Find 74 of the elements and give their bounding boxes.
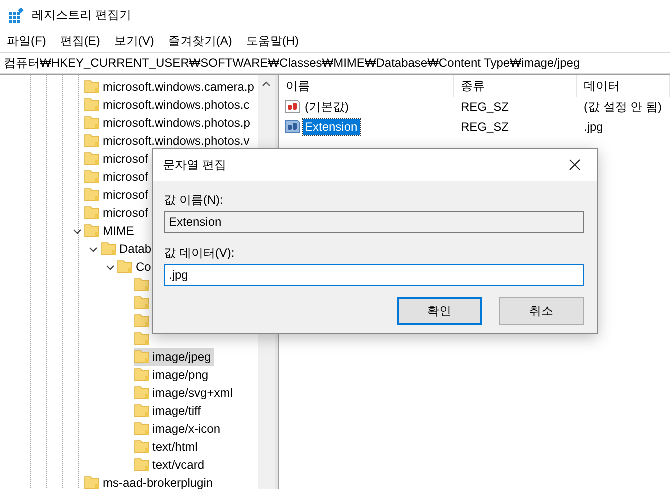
value-data: (값 설정 안 됨) xyxy=(583,98,663,116)
folder-icon xyxy=(134,313,150,329)
folder-icon xyxy=(134,385,150,401)
value-data: .jpg xyxy=(583,120,604,134)
chevron-icon[interactable] xyxy=(89,244,98,254)
folder-icon xyxy=(117,259,133,275)
folder-icon xyxy=(84,115,100,131)
folder-icon xyxy=(134,403,150,419)
tree-item[interactable]: image/svg+xml xyxy=(134,384,236,402)
folder-icon xyxy=(84,79,100,95)
address-bar[interactable]: 컴퓨터₩HKEY_CURRENT_USER₩SOFTWARE₩Classes₩MIME₩Database₩Content Type₩image/jpeg xyxy=(0,52,670,74)
tree-item[interactable] xyxy=(134,294,152,312)
column-header[interactable]: 이름 xyxy=(279,75,454,97)
folder-icon xyxy=(134,277,150,293)
column-header[interactable]: 데이터 xyxy=(577,75,670,97)
folder-icon xyxy=(134,439,150,455)
tree-item[interactable]: microsoft.windows.photos.v xyxy=(84,132,253,150)
tree-item[interactable]: microsoft.windows.photos.c xyxy=(84,96,253,114)
value-name[interactable]: (기본값) xyxy=(303,98,351,116)
folder-icon xyxy=(134,367,150,383)
value-name[interactable]: Extension xyxy=(303,119,360,135)
folder-icon xyxy=(84,187,100,203)
menu-item[interactable]: 편집(E) xyxy=(60,32,100,50)
folder-icon xyxy=(84,169,100,185)
close-icon[interactable] xyxy=(569,159,581,171)
tree-item[interactable]: text/html xyxy=(134,438,201,456)
dialog-button[interactable]: 확인 xyxy=(397,297,482,325)
menu-item[interactable]: 보기(V) xyxy=(114,32,154,50)
tree-item[interactable]: text/vcard xyxy=(134,456,208,474)
tree-item[interactable]: microsoft.windows.photos.p xyxy=(84,114,254,132)
folder-icon xyxy=(84,223,100,239)
tree-item[interactable] xyxy=(134,312,152,330)
tree-item[interactable]: Co xyxy=(117,258,154,276)
tree-item[interactable]: image/tiff xyxy=(134,402,204,420)
registry-editor-icon xyxy=(8,8,24,24)
string-value-icon xyxy=(285,99,301,115)
tree-item[interactable]: microsoft.windows.camera.p xyxy=(84,78,258,96)
folder-icon xyxy=(134,349,150,365)
field-label: 값 이름(N): xyxy=(164,192,224,208)
chevron-icon[interactable] xyxy=(106,262,114,272)
folder-icon xyxy=(134,331,150,347)
chevron-icon[interactable] xyxy=(72,226,82,236)
value-data-field[interactable]: .jpg xyxy=(164,264,584,286)
menu-item[interactable]: 즐겨찾기(A) xyxy=(168,32,232,50)
window-title: 레지스트리 편집기 xyxy=(32,7,132,24)
field-label: 값 데이터(V): xyxy=(164,244,236,262)
folder-icon xyxy=(134,421,150,437)
folder-icon xyxy=(84,205,100,221)
tree-item[interactable] xyxy=(134,276,152,294)
value-type: REG_SZ xyxy=(460,100,510,114)
tree-item[interactable]: Datab xyxy=(100,240,155,258)
tree-item[interactable]: image/x-icon xyxy=(134,420,224,438)
dialog-button[interactable]: 취소 xyxy=(499,297,584,325)
folder-icon xyxy=(84,475,100,489)
folder-icon xyxy=(134,295,150,311)
tree-item[interactable]: image/jpeg xyxy=(134,348,214,366)
tree-item[interactable]: MIME xyxy=(84,222,138,240)
folder-icon xyxy=(134,457,150,473)
tree-item[interactable]: microsof xyxy=(84,168,152,186)
tree-item[interactable]: microsof xyxy=(84,186,152,204)
tree-item[interactable]: microsof xyxy=(84,204,152,222)
value-type: REG_SZ xyxy=(460,120,510,134)
scroll-up-icon[interactable] xyxy=(262,81,271,87)
dialog-title: 문자열 편집 xyxy=(163,156,226,174)
column-header[interactable]: 종류 xyxy=(454,75,577,97)
string-value-icon xyxy=(285,119,301,135)
menu-item[interactable]: 파일(F) xyxy=(7,32,46,50)
folder-icon xyxy=(100,241,116,257)
folder-icon xyxy=(84,97,100,113)
tree-item[interactable]: microsof xyxy=(84,150,152,168)
folder-icon xyxy=(84,133,100,149)
menu-item[interactable]: 도움말(H) xyxy=(246,32,299,50)
folder-icon xyxy=(84,151,100,167)
tree-item[interactable]: image/png xyxy=(134,366,212,384)
